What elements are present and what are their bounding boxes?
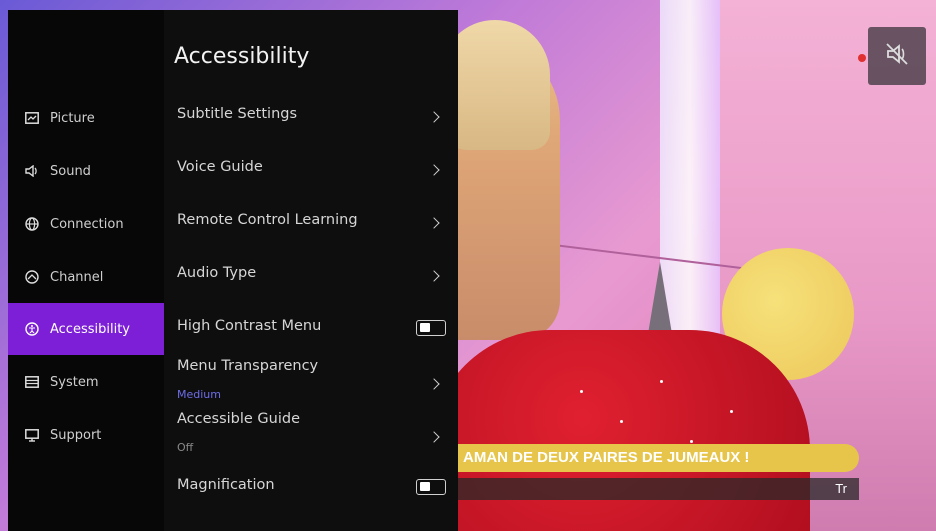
toggle-knob — [420, 482, 430, 491]
globe-icon — [24, 216, 40, 232]
channel-icon — [24, 269, 40, 285]
menu-item-label: Subtitle Settings — [177, 106, 298, 122]
menu-item-magnification[interactable]: Magnification — [164, 477, 458, 501]
menu-item-high-contrast-menu[interactable]: High Contrast Menu — [164, 318, 458, 342]
chevron-right-icon — [428, 111, 440, 123]
menu-item-value: Medium — [177, 388, 221, 401]
toggle-knob — [420, 323, 430, 332]
menu-item-label: High Contrast Menu — [177, 318, 322, 334]
picture-icon — [24, 110, 40, 126]
presenter-sweater — [430, 330, 810, 531]
sidebar-item-label: Connection — [50, 216, 124, 232]
support-icon — [24, 427, 40, 443]
sidebar-item-accessibility[interactable]: Accessibility — [8, 303, 164, 355]
sidebar-item-picture[interactable]: Picture — [8, 92, 164, 144]
page-title: Accessibility — [174, 44, 310, 69]
sidebar-item-label: Channel — [50, 269, 104, 285]
menu-item-label: Audio Type — [177, 265, 257, 281]
sidebar-item-system[interactable]: System — [8, 356, 164, 408]
speaker-icon — [24, 163, 40, 179]
chevron-right-icon — [428, 270, 440, 282]
menu-item-subtitle-settings[interactable]: Subtitle Settings — [164, 106, 458, 130]
menu-item-label: Voice Guide — [177, 159, 263, 175]
menu-item-remote-control-learning[interactable]: Remote Control Learning — [164, 212, 458, 236]
menu-item-label: Accessible Guide — [177, 411, 301, 427]
chevron-right-icon — [428, 431, 440, 443]
accessibility-menu: Accessibility Subtitle Settings Voice Gu… — [164, 10, 458, 531]
sidebar-item-label: Support — [50, 427, 102, 443]
menu-item-accessible-guide[interactable]: Accessible Guide Off — [164, 411, 458, 457]
sidebar-item-label: Sound — [50, 163, 91, 179]
sidebar-item-sound[interactable]: Sound — [8, 145, 164, 197]
menu-item-voice-guide[interactable]: Voice Guide — [164, 159, 458, 183]
sidebar-item-support[interactable]: Support — [8, 409, 164, 461]
menu-item-audio-type[interactable]: Audio Type — [164, 265, 458, 289]
subtitle-tag: Tr — [835, 481, 847, 496]
mute-indicator — [868, 27, 926, 85]
system-icon — [24, 374, 40, 390]
accessibility-icon — [24, 321, 40, 337]
menu-item-label: Remote Control Learning — [177, 212, 358, 228]
menu-item-label: Menu Transparency — [177, 358, 319, 374]
chevron-right-icon — [428, 378, 440, 390]
magnification-toggle[interactable] — [416, 479, 446, 495]
chevron-right-icon — [428, 164, 440, 176]
menu-item-label: Magnification — [177, 477, 275, 493]
sidebar-item-label: Accessibility — [50, 321, 130, 337]
subtitle-bar: Tr — [455, 478, 859, 500]
menu-item-menu-transparency[interactable]: Menu Transparency Medium — [164, 358, 458, 404]
menu-item-value: Off — [177, 441, 194, 454]
record-indicator — [858, 54, 866, 62]
news-ticker: AMAN DE DEUX PAIRES DE JUMEAUX ! — [455, 444, 859, 472]
sidebar-item-label: Picture — [50, 110, 95, 126]
high-contrast-toggle[interactable] — [416, 320, 446, 336]
sidebar-item-label: System — [50, 374, 99, 390]
chevron-right-icon — [428, 217, 440, 229]
speaker-muted-icon — [883, 40, 911, 72]
sidebar-item-connection[interactable]: Connection — [8, 198, 164, 250]
sidebar-item-channel[interactable]: Channel — [8, 251, 164, 303]
settings-sidebar: Picture Sound Connection Channel Accessi… — [8, 10, 164, 531]
